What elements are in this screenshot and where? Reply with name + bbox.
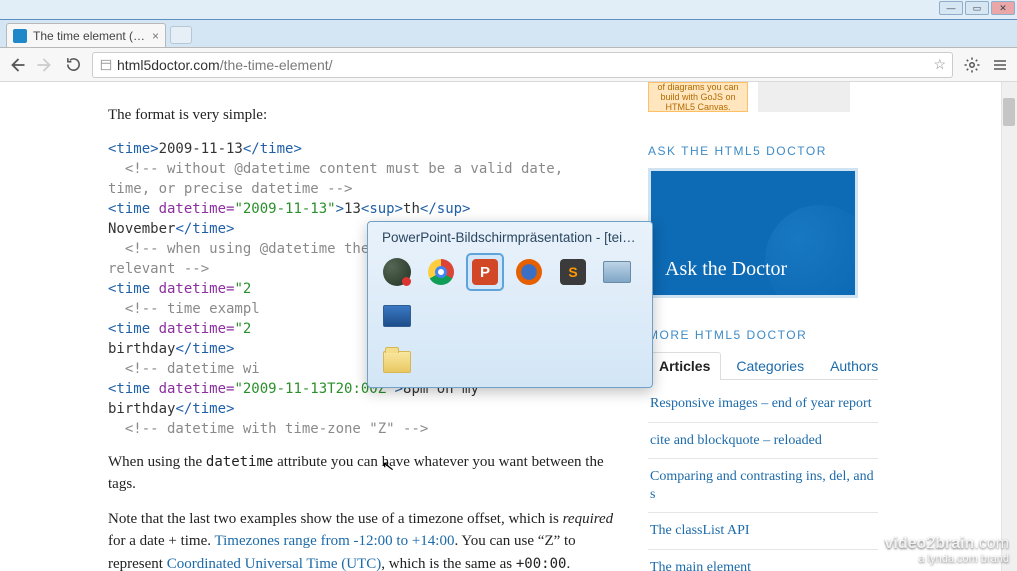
paragraph-datetime: When using the datetime attribute you ca… bbox=[108, 451, 618, 496]
task-icon-chrome[interactable] bbox=[424, 255, 458, 289]
ad-gojs[interactable]: of diagrams you can build with GoJS on H… bbox=[648, 82, 748, 112]
list-item[interactable]: The main element bbox=[648, 550, 878, 571]
task-switcher-overlay: PowerPoint-Bildschirmpräsentation - [tei… bbox=[367, 221, 653, 388]
inline-code-offset: +00:00 bbox=[516, 556, 567, 571]
bookmark-star-icon[interactable]: ☆ bbox=[933, 56, 946, 73]
paragraph-timezone: Note that the last two examples show the… bbox=[108, 508, 618, 571]
tab-title: The time element (and mi… bbox=[33, 29, 148, 43]
notepad-icon bbox=[603, 261, 631, 283]
scrollbar-track[interactable] bbox=[1001, 82, 1017, 571]
address-bar[interactable]: html5doctor.com/the-time-element/ ☆ bbox=[92, 52, 953, 78]
task-switcher-title: PowerPoint-Bildschirmpräsentation - [tei… bbox=[368, 222, 652, 251]
site-info-icon[interactable] bbox=[99, 58, 113, 72]
emphasis-required: required bbox=[563, 511, 614, 527]
sublime-icon: S bbox=[560, 259, 586, 285]
gear-icon bbox=[963, 56, 981, 74]
ad-placeholder[interactable] bbox=[758, 82, 850, 112]
ask-the-doctor-banner[interactable]: Ask the Doctor bbox=[648, 168, 858, 298]
url-path: /the-time-element/ bbox=[220, 57, 333, 73]
task-icon-sublime[interactable]: S bbox=[556, 255, 590, 289]
article-list: Responsive images – end of year report c… bbox=[648, 386, 878, 571]
task-icon-recorder[interactable] bbox=[380, 255, 414, 289]
url-domain: html5doctor.com bbox=[117, 57, 220, 73]
list-item[interactable]: Comparing and contrasting ins, del, and … bbox=[648, 459, 878, 513]
record-icon bbox=[383, 258, 411, 286]
chrome-icon bbox=[428, 259, 454, 285]
tab-categories[interactable]: Categories bbox=[725, 352, 815, 380]
right-gutter bbox=[878, 82, 1017, 571]
task-icon-notepad[interactable] bbox=[600, 255, 634, 289]
tab-close-icon[interactable]: × bbox=[152, 29, 159, 43]
reload-button[interactable] bbox=[64, 56, 82, 74]
list-item[interactable]: Responsive images – end of year report bbox=[648, 386, 878, 423]
menu-button[interactable] bbox=[991, 56, 1009, 74]
task-icon-firefox[interactable] bbox=[512, 255, 546, 289]
inline-code-datetime: datetime bbox=[206, 454, 273, 470]
browser-tab-active[interactable]: The time element (and mi… × bbox=[6, 23, 166, 47]
list-item[interactable]: cite and blockquote – reloaded bbox=[648, 423, 878, 460]
link-utc[interactable]: Coordinated Universal Time (UTC) bbox=[167, 556, 382, 571]
browser-toolbar: html5doctor.com/the-time-element/ ☆ bbox=[0, 48, 1017, 82]
left-gutter bbox=[0, 82, 108, 571]
task-icon-desktop[interactable] bbox=[380, 299, 414, 333]
watermark: video2brain.com a lynda.com brand bbox=[885, 535, 1010, 565]
scrollbar-thumb[interactable] bbox=[1003, 98, 1015, 126]
window-minimize-button[interactable]: — bbox=[939, 1, 963, 15]
hamburger-icon bbox=[992, 57, 1008, 73]
sidebar: of diagrams you can build with GoJS on H… bbox=[648, 82, 878, 571]
arrow-left-icon bbox=[8, 56, 26, 74]
new-tab-button[interactable] bbox=[170, 26, 192, 44]
powerpoint-icon: P bbox=[472, 259, 498, 285]
arrow-right-icon bbox=[36, 56, 54, 74]
browser-tab-strip: The time element (and mi… × bbox=[0, 20, 1017, 48]
task-icon-explorer[interactable] bbox=[380, 345, 414, 379]
link-timezone-range[interactable]: Timezones range from -12:00 to +14:00 bbox=[214, 533, 454, 549]
favicon-icon bbox=[13, 29, 27, 43]
window-titlebar: — ▭ ✕ bbox=[0, 0, 1017, 20]
ask-banner-text: Ask the Doctor bbox=[665, 258, 787, 281]
window-close-button[interactable]: ✕ bbox=[991, 1, 1015, 15]
folder-icon bbox=[383, 351, 411, 373]
desktop-icon bbox=[383, 305, 411, 327]
tab-articles[interactable]: Articles bbox=[648, 352, 721, 380]
heading-more-doctor: MORE HTML5 DOCTOR bbox=[648, 328, 878, 342]
window-maximize-button[interactable]: ▭ bbox=[965, 1, 989, 15]
firefox-icon bbox=[516, 259, 542, 285]
sidebar-tabs: Articles Categories Authors bbox=[648, 352, 878, 380]
forward-button[interactable] bbox=[36, 56, 54, 74]
back-button[interactable] bbox=[8, 56, 26, 74]
list-item[interactable]: The classList API bbox=[648, 513, 878, 550]
reload-icon bbox=[65, 56, 82, 73]
intro-paragraph: The format is very simple: bbox=[108, 104, 618, 127]
settings-button[interactable] bbox=[963, 56, 981, 74]
task-icon-powerpoint[interactable]: P bbox=[468, 255, 502, 289]
heading-ask-doctor: ASK THE HTML5 DOCTOR bbox=[648, 144, 878, 158]
